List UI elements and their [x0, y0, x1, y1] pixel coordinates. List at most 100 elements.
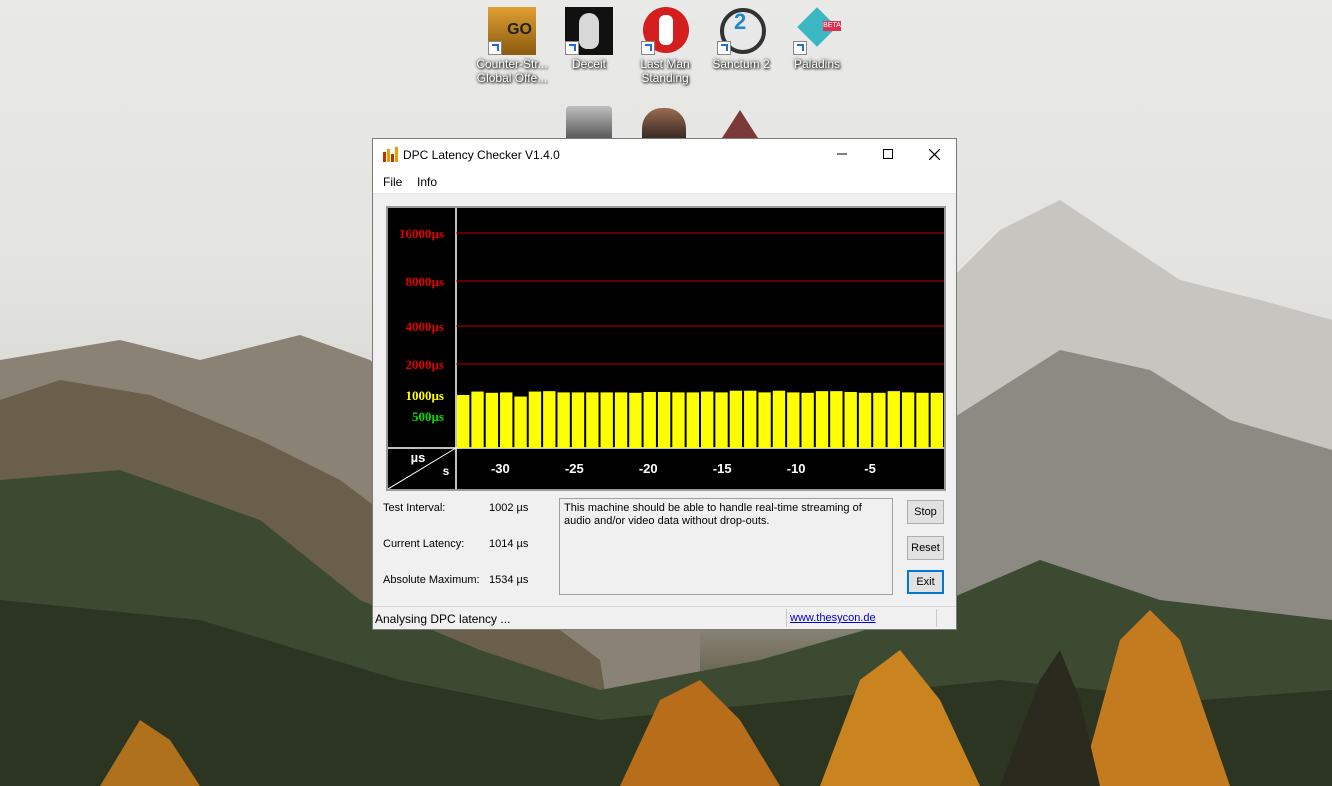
latency-bar — [586, 392, 599, 448]
latency-bar — [787, 392, 800, 448]
menu-bar: File Info — [373, 169, 956, 194]
icon-label: Standing — [641, 71, 689, 85]
app-icon — [383, 147, 398, 162]
latency-bar — [457, 395, 470, 448]
shortcut-arrow-icon — [641, 41, 655, 55]
menu-file[interactable]: File — [383, 175, 402, 189]
icon-label: Counter-Str... — [476, 57, 548, 71]
latency-bar — [729, 390, 743, 448]
x-tick-label: -20 — [639, 461, 658, 476]
status-text: Analysing DPC latency ... — [375, 612, 511, 626]
paladins-icon: BETA — [793, 7, 841, 55]
current-latency-label: Current Latency: — [383, 538, 465, 550]
desktop-icon-deceit[interactable]: Deceit — [551, 7, 627, 71]
latency-bar — [815, 391, 829, 448]
x-tick-label: -10 — [787, 461, 806, 476]
shortcut-arrow-icon — [488, 41, 502, 55]
deceit-icon — [565, 7, 613, 55]
shortcut-arrow-icon — [565, 41, 579, 55]
latency-bar — [672, 392, 685, 448]
latency-bar — [557, 392, 570, 448]
minimize-button[interactable] — [819, 139, 865, 169]
latency-bar — [701, 391, 714, 448]
y-tick-label: 2000µs — [405, 357, 444, 372]
latency-bar — [543, 391, 556, 448]
latency-bar — [844, 391, 857, 448]
latency-bar — [858, 392, 872, 448]
exit-button[interactable]: Exit — [907, 570, 944, 594]
latency-bar — [772, 390, 786, 448]
latency-bar — [686, 392, 699, 448]
result-message: This machine should be able to handle re… — [559, 498, 893, 595]
thesycon-link[interactable]: www.thesycon.de — [790, 612, 876, 624]
current-latency-value: 1014 µs — [489, 538, 529, 550]
menu-info[interactable]: Info — [417, 175, 437, 189]
x-tick-label: -5 — [864, 461, 876, 476]
desktop-icon-paladins[interactable]: BETA Paladins — [779, 7, 855, 71]
stop-button[interactable]: Stop — [907, 500, 944, 524]
latency-bar — [643, 391, 656, 448]
desktop-icon-last-man-standing[interactable]: Last Man Standing — [627, 7, 703, 85]
dpc-latency-window: DPC Latency Checker V1.4.0 File Info 160… — [372, 138, 957, 630]
csgo-icon: GO — [488, 7, 536, 55]
latency-bar — [614, 392, 628, 448]
latency-bar — [528, 391, 542, 448]
shortcut-arrow-icon — [717, 41, 731, 55]
close-icon — [928, 148, 940, 160]
x-unit-label: s — [443, 464, 450, 478]
latency-bar — [758, 392, 771, 448]
icon-label: Deceit — [571, 57, 606, 71]
latency-chart: 16000µs 8000µs 4000µs 2000µs 1000µs 500µs -30 -… — [386, 206, 946, 491]
maximize-icon — [883, 149, 893, 159]
last-man-standing-icon — [641, 7, 689, 55]
latency-bar — [471, 391, 484, 448]
test-interval-value: 1002 µs — [489, 502, 529, 514]
icon-label: Paladins — [793, 57, 841, 71]
reset-button[interactable]: Reset — [907, 536, 944, 560]
desktop-icon-csgo[interactable]: GO Counter-Str... Global Offe... — [474, 7, 550, 85]
shortcut-arrow-icon — [793, 41, 807, 55]
x-tick-label: -15 — [713, 461, 732, 476]
latency-bar — [571, 392, 585, 448]
maximize-button[interactable] — [865, 139, 911, 169]
x-tick-label: -30 — [491, 461, 510, 476]
latency-bar — [715, 392, 728, 448]
status-separator — [786, 609, 787, 627]
latency-chart-svg: 16000µs 8000µs 4000µs 2000µs 1000µs 500µs -30 -… — [388, 208, 944, 489]
desktop-icon-partial-truck[interactable] — [566, 106, 612, 138]
icon-label: Global Offe... — [476, 71, 548, 85]
desktop-icon-partial-soldier[interactable] — [642, 108, 686, 138]
latency-bar — [887, 391, 900, 448]
y-tick-label: 4000µs — [405, 319, 444, 334]
icon-label: Sanctum 2 — [712, 57, 770, 71]
sanctum2-icon: 2 — [717, 7, 766, 55]
title-bar[interactable]: DPC Latency Checker V1.4.0 — [373, 139, 956, 169]
absolute-max-value: 1534 µs — [489, 574, 529, 586]
status-bar: Analysing DPC latency ... www.thesycon.d… — [373, 606, 956, 629]
latency-bar — [830, 391, 843, 448]
latency-bar — [485, 392, 499, 448]
latency-bar — [500, 392, 513, 448]
window-title: DPC Latency Checker V1.4.0 — [403, 148, 560, 162]
desktop-icon-sanctum2[interactable]: 2 Sanctum 2 — [703, 7, 779, 71]
latency-bar — [801, 392, 814, 448]
latency-bar — [514, 396, 527, 448]
latency-bar — [901, 392, 915, 448]
minimize-icon — [837, 153, 847, 155]
y-tick-label: 8000µs — [405, 274, 444, 289]
latency-bar — [657, 391, 671, 448]
x-tick-label: -25 — [565, 461, 584, 476]
icon-label: Last Man — [640, 57, 690, 71]
test-interval-label: Test Interval: — [383, 502, 446, 514]
y-unit-label: µs — [411, 450, 426, 465]
latency-bar — [916, 392, 929, 448]
latency-bar — [629, 392, 642, 448]
y-tick-label: 16000µs — [399, 226, 444, 241]
y-tick-label: 1000µs — [405, 388, 444, 403]
close-button[interactable] — [911, 139, 957, 169]
status-separator — [936, 609, 937, 627]
latency-bar — [600, 392, 613, 448]
latency-bar — [744, 390, 757, 448]
absolute-max-label: Absolute Maximum: — [383, 574, 480, 586]
latency-bar — [873, 392, 886, 448]
